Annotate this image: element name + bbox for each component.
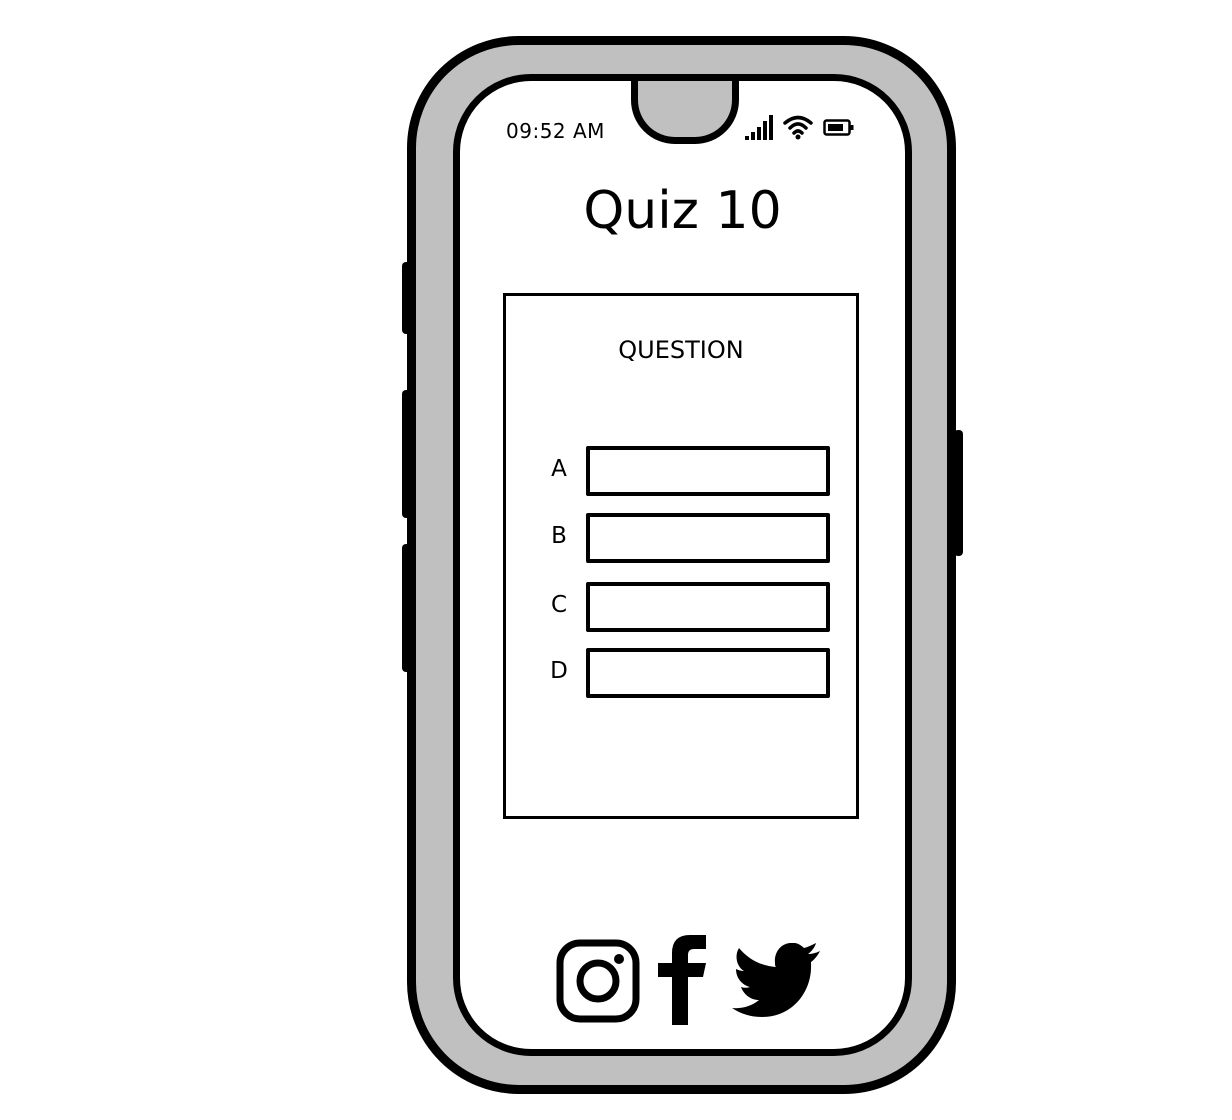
facebook-icon[interactable] bbox=[656, 933, 708, 1025]
answer-option-a[interactable] bbox=[586, 446, 830, 496]
answer-option-d[interactable] bbox=[586, 648, 830, 698]
answer-letter-a: A bbox=[551, 456, 567, 482]
volume-button-middle bbox=[402, 390, 411, 518]
answer-row-d: D bbox=[546, 648, 836, 700]
answer-row-c: C bbox=[546, 582, 836, 634]
status-time: 09:52 AM bbox=[506, 119, 605, 143]
social-links bbox=[556, 933, 826, 1025]
answer-option-c[interactable] bbox=[586, 582, 830, 632]
answer-row-b: B bbox=[546, 513, 836, 565]
battery-icon bbox=[823, 119, 854, 136]
answer-letter-c: C bbox=[550, 592, 568, 618]
instagram-icon[interactable] bbox=[556, 939, 640, 1023]
twitter-icon[interactable] bbox=[732, 943, 822, 1019]
cellular-signal-icon bbox=[745, 115, 773, 140]
quiz-card: QUESTION A B C D bbox=[503, 293, 859, 819]
answer-row-a: A bbox=[546, 446, 836, 498]
answer-option-b[interactable] bbox=[586, 513, 830, 563]
answer-letter-d: D bbox=[550, 658, 568, 684]
page-title: Quiz 10 bbox=[583, 181, 782, 241]
answer-letter-b: B bbox=[551, 523, 567, 549]
wifi-icon bbox=[783, 115, 813, 140]
power-button bbox=[954, 430, 963, 556]
status-icons bbox=[745, 115, 865, 141]
question-label: QUESTION bbox=[618, 336, 744, 364]
phone-screen: 09:52 AM Quiz 10 QUESTION A B C D bbox=[453, 74, 912, 1056]
volume-button-bottom bbox=[402, 544, 411, 672]
notch bbox=[631, 81, 739, 144]
volume-button-top bbox=[402, 262, 411, 334]
